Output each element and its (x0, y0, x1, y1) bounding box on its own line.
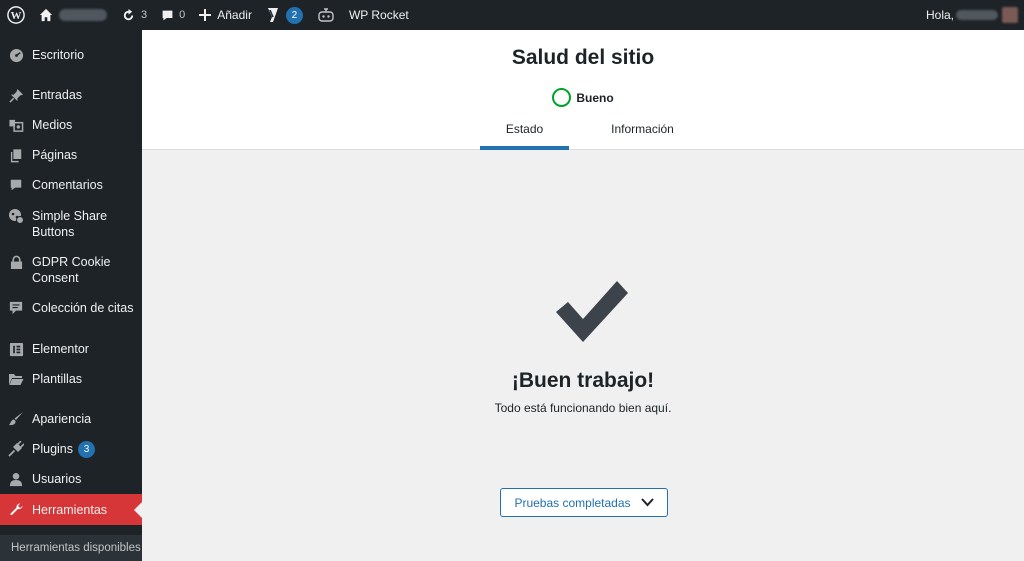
account-menu[interactable]: Hola, (919, 0, 1024, 30)
sidebar-item-plantillas[interactable]: Plantillas (0, 370, 142, 388)
wrench-icon (0, 501, 32, 519)
sidebar-item-paginas[interactable]: Páginas (0, 146, 142, 164)
sidebar-item-usuarios[interactable]: Usuarios (0, 470, 142, 488)
submenu-herramientas-disponibles[interactable]: Herramientas disponibles (0, 535, 142, 561)
chevron-down-icon (640, 498, 654, 507)
status-label: Bueno (576, 90, 614, 105)
brush-icon (0, 410, 32, 428)
plus-icon (199, 9, 212, 21)
share-icon (0, 207, 32, 225)
site-name-link[interactable] (32, 0, 114, 30)
comments-count: 0 (179, 9, 186, 21)
sidebar-item-plugins[interactable]: Plugins 3 (0, 440, 142, 459)
site-health-body: ¡Buen trabajo! Todo está funcionando bie… (142, 151, 1024, 561)
sidebar-item-elementor[interactable]: Elementor (0, 340, 142, 358)
plugin-icon (0, 440, 32, 458)
svg-text:W: W (11, 10, 22, 22)
yoast-link[interactable]: 2 (259, 0, 310, 30)
health-status: Bueno (142, 88, 1024, 107)
lock-icon (0, 253, 32, 271)
passed-tests-toggle-button[interactable]: Pruebas completadas (500, 488, 668, 517)
home-icon (39, 8, 53, 22)
add-new-label: Añadir (217, 8, 252, 22)
pin-icon (0, 86, 32, 104)
updates-count: 3 (141, 9, 148, 21)
page-title: Salud del sitio (511, 46, 655, 69)
tab-estado[interactable]: Estado (480, 116, 569, 150)
sidebar-item-herramientas[interactable]: Herramientas (0, 494, 142, 525)
good-job-heading: ¡Buen trabajo! (511, 369, 655, 392)
robot-icon (317, 7, 335, 23)
robot-link[interactable] (310, 0, 342, 30)
checkmark-icon (556, 281, 628, 342)
sidebar-item-entradas[interactable]: Entradas (0, 86, 142, 104)
refresh-icon (121, 8, 136, 23)
user-icon (0, 470, 32, 488)
wordpress-logo-icon[interactable]: W (0, 0, 32, 30)
sidebar-item-gdpr-cookie-consent[interactable]: GDPR Cookie Consent (0, 253, 142, 286)
sidebar-item-comentarios[interactable]: Comentarios (0, 176, 142, 194)
sidebar-item-escritorio[interactable]: Escritorio (0, 46, 142, 64)
quote-icon (0, 299, 32, 317)
sidebar-item-apariencia[interactable]: Apariencia (0, 410, 142, 428)
plugins-update-badge: 3 (78, 441, 95, 459)
site-health-tabs: Estado Información (142, 116, 1024, 150)
comments-link[interactable]: 0 (154, 0, 192, 30)
admin-bar: W 3 0 Añadir 2 WP Rocket Hola, (0, 0, 1024, 30)
yoast-badge: 2 (285, 6, 303, 24)
add-new-link[interactable]: Añadir (192, 0, 259, 30)
wp-rocket-link[interactable]: WP Rocket (342, 0, 416, 30)
sidebar-item-simple-share-buttons[interactable]: Simple Share Buttons (0, 207, 142, 240)
dashboard-icon (0, 46, 32, 64)
site-name-blurred (59, 9, 107, 21)
comment-icon (161, 9, 174, 22)
tab-informacion[interactable]: Información (600, 116, 685, 150)
sidebar-item-coleccion-de-citas[interactable]: Colección de citas (0, 299, 142, 317)
sidebar-item-plugins-label: Plugins (32, 442, 73, 456)
status-circle-icon (552, 88, 572, 107)
folder-icon (0, 370, 32, 388)
site-health-header: Salud del sitio Bueno Estado Información (142, 30, 1024, 150)
updates-link[interactable]: 3 (114, 0, 154, 30)
passed-tests-label: Pruebas completadas (514, 495, 631, 510)
media-icon (0, 116, 32, 134)
admin-sidebar: Escritorio Entradas Medios Páginas Comen… (0, 30, 142, 561)
elementor-icon (0, 340, 32, 358)
good-job-message: Todo está funcionando bien aquí. (494, 401, 672, 415)
comment-icon (0, 176, 32, 194)
pages-icon (0, 146, 32, 164)
username-blurred (956, 10, 998, 20)
greeting-text: Hola, (925, 8, 954, 22)
avatar (1002, 7, 1018, 23)
sidebar-item-medios[interactable]: Medios (0, 116, 142, 134)
yoast-icon (266, 7, 280, 23)
